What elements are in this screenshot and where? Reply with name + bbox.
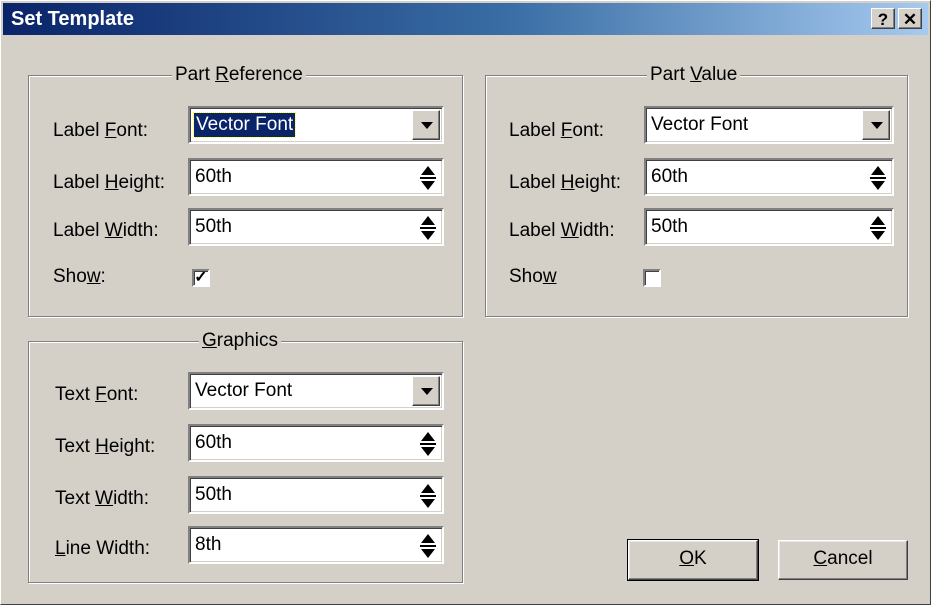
- title-bar[interactable]: Set Template ? ✕: [3, 3, 928, 35]
- spin-down-icon: [421, 447, 435, 456]
- ref-label-width-input[interactable]: 50th: [188, 208, 444, 246]
- spin-down-icon: [421, 181, 435, 190]
- ok-button[interactable]: OK: [627, 539, 759, 581]
- ref-label-width-label: Label Width:: [53, 220, 159, 241]
- spin-up-icon: [421, 432, 435, 441]
- window-title: Set Template: [11, 8, 134, 30]
- spin-up-icon: [421, 166, 435, 175]
- spin-up-icon: [421, 534, 435, 543]
- ref-label-width-spinner[interactable]: [418, 216, 438, 240]
- ref-label-font-dropdown-button[interactable]: [412, 110, 440, 140]
- ref-show-checkbox[interactable]: ✓: [192, 269, 210, 287]
- graphics-legend: Graphics: [199, 330, 282, 352]
- help-icon: ?: [877, 10, 889, 29]
- ref-label-height-input[interactable]: 60th: [188, 158, 444, 196]
- text-height-label: Text Height:: [55, 436, 156, 457]
- graphics-group: Graphics Text Font: Vector Font Text Hei…: [28, 330, 463, 583]
- text-font-select[interactable]: Vector Font: [188, 372, 444, 410]
- val-label-width-label: Label Width:: [509, 220, 615, 241]
- ref-label-height-label: Label Height:: [53, 172, 165, 193]
- val-label-font-value: Vector Font: [651, 114, 749, 135]
- cancel-button[interactable]: Cancel: [778, 540, 908, 580]
- spin-up-icon: [421, 216, 435, 225]
- text-width-input[interactable]: 50th: [188, 476, 444, 514]
- line-width-value: 8th: [195, 534, 222, 555]
- text-font-dropdown-button[interactable]: [412, 376, 440, 406]
- help-button[interactable]: ?: [871, 8, 895, 29]
- checkmark-icon: ✓: [194, 269, 208, 286]
- spin-up-icon: [871, 216, 885, 225]
- spin-up-icon: [871, 166, 885, 175]
- spin-down-icon: [871, 231, 885, 240]
- text-height-spinner[interactable]: [418, 432, 438, 456]
- text-height-input[interactable]: 60th: [188, 424, 444, 462]
- close-button[interactable]: ✕: [898, 8, 922, 29]
- text-height-value: 60th: [195, 432, 232, 453]
- ref-label-font-select[interactable]: Vector Font: [188, 106, 444, 144]
- chevron-down-icon: [871, 122, 883, 129]
- part-value-legend: Part Value: [647, 64, 741, 86]
- val-label-width-value: 50th: [651, 216, 688, 237]
- val-label-width-input[interactable]: 50th: [644, 208, 894, 246]
- line-width-input[interactable]: 8th: [188, 526, 444, 564]
- text-font-label: Text Font:: [55, 384, 139, 405]
- spin-down-icon: [421, 231, 435, 240]
- chevron-down-icon: [421, 122, 433, 129]
- val-label-height-spinner[interactable]: [868, 166, 888, 190]
- part-reference-group: Part Reference Label Font: Vector Font L…: [28, 64, 463, 317]
- val-label-height-input[interactable]: 60th: [644, 158, 894, 196]
- part-reference-legend: Part Reference: [172, 64, 306, 86]
- spin-down-icon: [421, 549, 435, 558]
- text-width-spinner[interactable]: [418, 484, 438, 508]
- text-width-label: Text Width:: [55, 488, 149, 509]
- ref-show-label: Show:: [53, 266, 106, 287]
- text-width-value: 50th: [195, 484, 232, 505]
- text-font-value: Vector Font: [195, 380, 293, 401]
- spin-down-icon: [421, 499, 435, 508]
- ref-label-height-value: 60th: [195, 166, 232, 187]
- val-label-font-label: Label Font:: [509, 120, 605, 141]
- ref-label-width-value: 50th: [195, 216, 232, 237]
- line-width-label: Line Width:: [55, 538, 151, 559]
- ref-label-height-spinner[interactable]: [418, 166, 438, 190]
- val-label-width-spinner[interactable]: [868, 216, 888, 240]
- line-width-spinner[interactable]: [418, 534, 438, 558]
- spin-down-icon: [871, 181, 885, 190]
- ref-label-font-value: Vector Font: [192, 112, 297, 138]
- val-label-height-value: 60th: [651, 166, 688, 187]
- val-label-font-dropdown-button[interactable]: [862, 110, 890, 140]
- val-label-height-label: Label Height:: [509, 172, 621, 193]
- val-show-checkbox[interactable]: [643, 269, 661, 287]
- val-label-font-select[interactable]: Vector Font: [644, 106, 894, 144]
- part-value-group: Part Value Label Font: Vector Font Label…: [485, 64, 908, 317]
- val-show-label: Show: [509, 266, 557, 287]
- set-template-dialog: Set Template ? ✕ Part Reference Label Fo…: [0, 0, 931, 605]
- spin-up-icon: [421, 484, 435, 493]
- ref-label-font-label: Label Font:: [53, 120, 149, 141]
- chevron-down-icon: [421, 388, 433, 395]
- close-icon: ✕: [902, 10, 918, 29]
